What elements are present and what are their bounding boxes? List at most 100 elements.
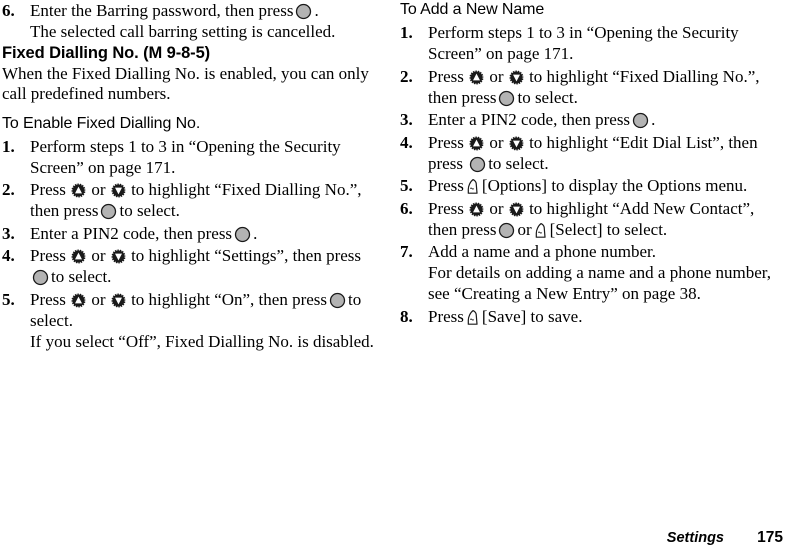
step-text-part: Press	[428, 306, 464, 326]
step-number: 7.	[400, 242, 413, 261]
page-footer: Settings 175	[0, 527, 791, 547]
step-text-part: .	[314, 1, 319, 20]
center-select-key-icon	[498, 222, 515, 239]
step-text: Press or to highlight “Fixed Dialling No…	[30, 179, 374, 221]
step-text: Press [Save] to save.	[428, 306, 772, 327]
right-steps: 1. Perform steps 1 to 3 in “Opening the …	[400, 22, 772, 327]
step-item: 4. Press or to highlight “Edit Dial List…	[400, 132, 772, 174]
step-number: 4.	[2, 246, 15, 265]
step-text-part: to select.	[119, 201, 180, 220]
step-text: Press [Options] to display the Options me…	[428, 175, 772, 196]
step-item: 1. Perform steps 1 to 3 in “Opening the …	[400, 22, 772, 64]
footer-page-number: 175	[757, 529, 783, 546]
step-text-part: [Select] to select.	[549, 219, 668, 239]
step-text: Add a name and a phone number.	[428, 242, 657, 261]
center-select-key-icon	[632, 112, 649, 129]
step-text-part: Press	[428, 66, 464, 86]
step-number: 2.	[400, 66, 413, 86]
section-heading: Fixed Dialling No. (M 9-8-5)	[2, 43, 211, 62]
navigation-up-key-icon	[469, 69, 484, 85]
step-text-part: or	[91, 246, 106, 265]
step-text-part: Enter a PIN2 code, then press	[30, 223, 233, 243]
center-select-key-icon	[234, 226, 251, 243]
step-text: Enter the Barring password, then press.	[30, 0, 374, 21]
step-text-part: Press	[30, 289, 66, 309]
step-text-part: [Save] to save.	[481, 306, 583, 326]
left-column: 6. Enter the Barring password, then pres…	[2, 0, 374, 353]
step-item: 1. Perform steps 1 to 3 in “Opening the …	[2, 136, 374, 178]
step-text-part: Press	[428, 132, 464, 152]
step-item: 7. Add a name and a phone number. For de…	[400, 241, 772, 304]
center-select-key-icon	[469, 156, 486, 173]
sub-heading-enable-fdn: To Enable Fixed Dialling No.	[2, 114, 201, 132]
step-text: Enter a PIN2 code, then press.	[428, 109, 772, 130]
step-number: 1.	[2, 136, 15, 156]
step-text-part: .	[651, 110, 656, 129]
step-text-part: Press	[428, 176, 464, 195]
step-text-part: Enter a PIN2 code, then press	[428, 110, 631, 129]
step-text-part: to select.	[51, 267, 112, 286]
navigation-down-key-icon	[111, 183, 126, 198]
navigation-up-key-icon	[71, 183, 86, 198]
manual-page: 6. Enter the Barring password, then pres…	[0, 0, 791, 553]
step-item: 5. Press or to highlight “On”, then pres…	[2, 289, 374, 352]
step-text: Press or to highlight “Edit Dial List”, …	[428, 132, 772, 174]
step-note: If you select “Off”, Fixed Dialling No. …	[30, 331, 374, 351]
footer-section-label: Settings	[666, 530, 724, 546]
center-select-key-icon	[100, 203, 117, 220]
step-number: 2.	[2, 180, 15, 199]
step-text: Press or to highlight “Fixed Dialling No…	[428, 66, 772, 108]
step-number: 4.	[400, 132, 413, 152]
step-text-part: or	[489, 66, 504, 86]
step-text-part: [Options] to display the Options menu.	[481, 176, 748, 195]
step-text-part: to highlight “Settings”, then press	[131, 246, 362, 265]
step-item: 4. Press or to highlight “Settings”, the…	[2, 245, 374, 287]
left-soft-key-icon	[466, 309, 480, 326]
left-steps-enable: 1. Perform steps 1 to 3 in “Opening the …	[2, 136, 374, 352]
step-text-part: to highlight “On”, then press	[131, 289, 328, 309]
step-note: The selected call barring setting is can…	[30, 22, 336, 41]
navigation-up-key-icon	[71, 249, 86, 264]
step-item: 2. Press or to highlight “Fixed Dialling…	[2, 179, 374, 221]
right-column: To Add a New Name 1. Perform steps 1 to …	[400, 0, 772, 328]
step-note: For details on adding a name and a phone…	[428, 263, 772, 303]
navigation-down-key-icon	[111, 292, 126, 308]
step-text-part: Press	[30, 180, 66, 199]
navigation-up-key-icon	[469, 135, 484, 151]
center-select-key-icon	[329, 292, 346, 309]
step-text-part: or	[91, 180, 106, 199]
step-number: 6.	[400, 198, 413, 218]
step-number: 6.	[2, 1, 15, 20]
navigation-down-key-icon	[509, 135, 524, 151]
step-text: Perform steps 1 to 3 in “Opening the Sec…	[428, 23, 739, 63]
step-item: 8. Press [Save] to save.	[400, 306, 772, 327]
left-soft-key-icon	[466, 178, 480, 195]
step-item: 2. Press or to highlight “Fixed Dialling…	[400, 66, 772, 108]
step-text-part: Enter the Barring password, then press	[30, 1, 294, 20]
step-item: 6. Press or to highlight “Add New Contac…	[400, 198, 772, 240]
step-text-part: to select.	[488, 153, 549, 173]
step-text-part: or	[517, 219, 532, 239]
intro-paragraph: When the Fixed Dialling No. is enabled, …	[2, 63, 369, 104]
navigation-down-key-icon	[509, 201, 524, 217]
step-text-part: .	[253, 223, 258, 243]
step-text-part: or	[91, 289, 106, 309]
step-text: Press or to highlight “On”, then press to…	[30, 289, 374, 331]
navigation-up-key-icon	[71, 292, 86, 308]
step-number: 1.	[400, 23, 413, 42]
center-select-key-icon	[295, 3, 312, 20]
step-item: 3. Enter a PIN2 code, then press.	[2, 223, 374, 244]
left-steps-continued: 6. Enter the Barring password, then pres…	[2, 0, 374, 42]
step-number: 8.	[400, 306, 413, 326]
step-text-part: or	[489, 132, 504, 152]
navigation-down-key-icon	[509, 69, 524, 85]
step-text-part: Press	[428, 198, 464, 218]
step-text: Enter a PIN2 code, then press.	[30, 223, 374, 244]
left-soft-key-icon	[534, 222, 548, 239]
step-item: 3. Enter a PIN2 code, then press.	[400, 109, 772, 130]
center-select-key-icon	[32, 269, 49, 286]
step-text: Press or to highlight “Settings”, then p…	[30, 245, 374, 287]
step-text: Press or to highlight “Add New Contact”,…	[428, 198, 772, 240]
center-select-key-icon	[498, 90, 515, 107]
step-text-part: or	[489, 198, 504, 218]
